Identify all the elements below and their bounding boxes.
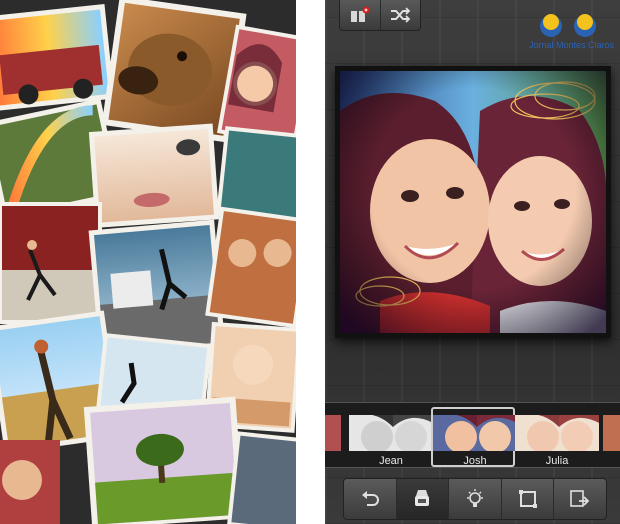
share-button[interactable] <box>554 479 606 519</box>
undo-button[interactable] <box>344 479 397 519</box>
filter-filmstrip: Jean Josh Julia <box>325 402 620 468</box>
bottom-toolbar <box>343 478 607 520</box>
filter-label-julia: Julia <box>545 455 569 467</box>
frame-icon <box>518 490 537 508</box>
add-photo-button[interactable] <box>340 0 381 30</box>
filter-thumb-partial-left[interactable] <box>325 415 341 451</box>
filter-label-jean: Jean <box>379 455 403 467</box>
main-photo-frame[interactable] <box>335 66 611 338</box>
main-photo <box>340 71 606 333</box>
filter-thumb-jean <box>349 415 433 451</box>
add-photo-icon <box>350 6 370 22</box>
collage-background <box>0 0 296 524</box>
shuffle-icon <box>391 7 411 23</box>
frame-button[interactable] <box>502 479 555 519</box>
filter-stamp-button[interactable] <box>396 479 450 519</box>
filter-label-josh: Josh <box>463 455 487 467</box>
lightbulb-button[interactable] <box>449 479 502 519</box>
photo-collage <box>0 0 296 524</box>
watermark-logo: Jornal Montes Claros <box>529 8 619 54</box>
watermark-text: Jornal Montes Claros <box>529 40 615 50</box>
watermark-logo-mark <box>540 14 596 37</box>
top-toolbar <box>339 0 421 31</box>
undo-icon <box>361 491 379 506</box>
filter-josh[interactable]: Josh <box>431 407 517 467</box>
photo-app-screen: Jean Josh Julia <box>325 0 620 524</box>
filter-thumb-josh <box>433 415 517 451</box>
filter-stamp-icon <box>415 490 430 506</box>
filter-thumb-partial-right[interactable] <box>603 415 620 451</box>
share-icon <box>570 490 590 507</box>
shuffle-button[interactable] <box>381 0 421 30</box>
filter-thumb-julia <box>515 415 599 451</box>
lightbulb-icon <box>466 489 483 507</box>
filter-julia[interactable]: Julia <box>515 409 599 467</box>
filter-jean[interactable]: Jean <box>349 409 433 467</box>
